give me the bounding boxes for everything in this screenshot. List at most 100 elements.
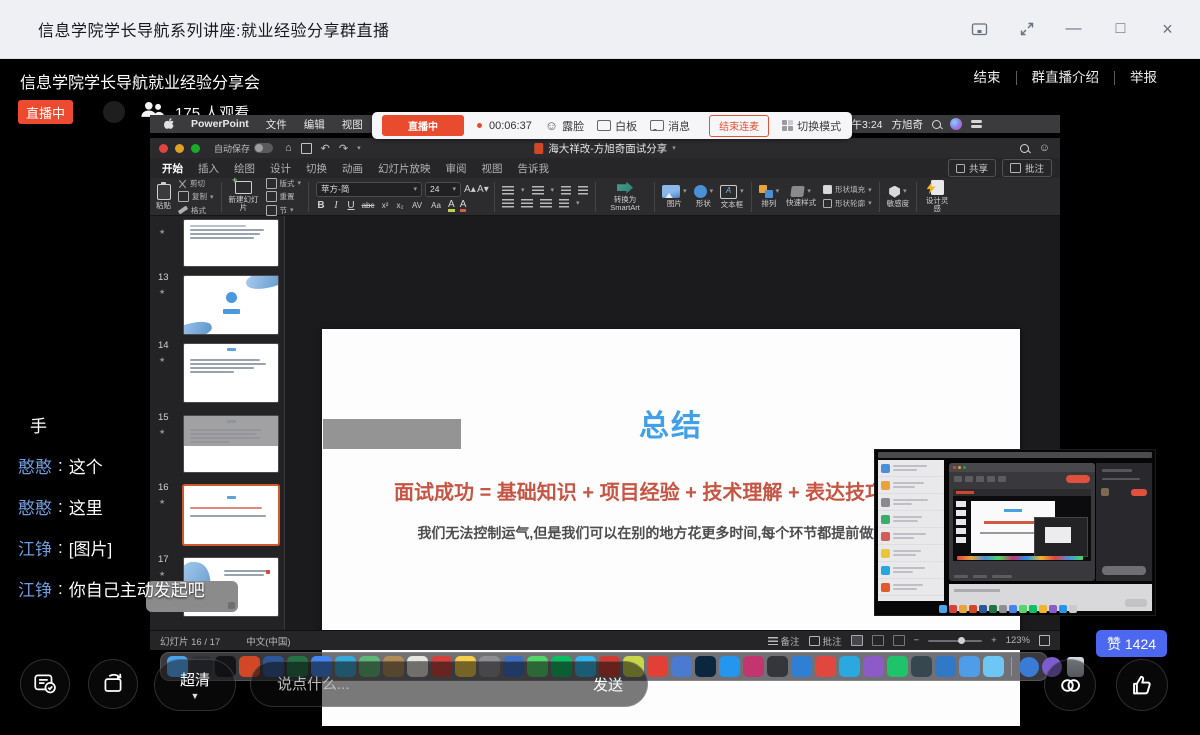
zoom-slider[interactable] bbox=[928, 640, 982, 642]
dock-app-icon[interactable] bbox=[767, 656, 788, 677]
ribbon-tab[interactable]: 开始 bbox=[162, 161, 183, 176]
change-case-button[interactable]: Aa bbox=[429, 201, 443, 210]
dock-app-icon[interactable] bbox=[647, 656, 668, 677]
ribbon-tab[interactable]: 告诉我 bbox=[518, 161, 550, 176]
font-size-select[interactable]: 24▾ bbox=[425, 182, 461, 197]
minimize-icon[interactable]: — bbox=[1065, 21, 1082, 38]
comments-button[interactable]: 批注 bbox=[809, 634, 842, 648]
italic-button[interactable]: I bbox=[331, 200, 341, 211]
doc-title-caret-icon[interactable]: ▾ bbox=[672, 144, 676, 152]
annotate-button[interactable]: 批注 bbox=[1002, 159, 1052, 177]
chat-sender[interactable]: 憨憨 bbox=[18, 494, 52, 519]
menubar-menu-item[interactable]: 文件 bbox=[266, 117, 287, 132]
line-spacing-icon[interactable] bbox=[559, 199, 569, 208]
maximize-icon[interactable]: □ bbox=[1112, 21, 1129, 38]
indent-increase-icon[interactable] bbox=[578, 186, 588, 195]
spotlight-icon[interactable] bbox=[932, 120, 941, 129]
format-painter-button[interactable]: 格式 bbox=[178, 205, 214, 216]
zoom-slider-knob[interactable] bbox=[958, 637, 965, 644]
bullets-icon[interactable] bbox=[502, 186, 514, 195]
dock-app-icon[interactable] bbox=[671, 656, 692, 677]
chat-sender[interactable]: 江铮 bbox=[18, 535, 52, 560]
control-center-icon[interactable] bbox=[971, 120, 982, 128]
superscript-button[interactable]: x² bbox=[380, 201, 390, 210]
show-face-button[interactable]: ☺露脸 bbox=[545, 118, 584, 134]
dock-app-icon[interactable] bbox=[911, 656, 932, 677]
quick-styles-button[interactable]: ▾ 快速样式 bbox=[786, 186, 816, 207]
share-link-button[interactable] bbox=[1044, 659, 1096, 711]
zoom-level[interactable]: 123% bbox=[1006, 635, 1030, 646]
font-color-button[interactable]: A bbox=[460, 200, 467, 212]
redo-icon[interactable]: ↷ bbox=[339, 142, 348, 155]
ribbon-tab[interactable]: 视图 bbox=[482, 161, 503, 176]
slide-sorter-view-icon[interactable] bbox=[872, 635, 884, 646]
dock-app-icon[interactable] bbox=[863, 656, 884, 677]
copy-button[interactable]: 复制▾ bbox=[178, 191, 214, 202]
dock-app-icon[interactable] bbox=[839, 656, 860, 677]
pip-preview[interactable] bbox=[875, 450, 1155, 615]
whiteboard-button[interactable]: 白板 bbox=[597, 118, 637, 134]
language-indicator[interactable]: 中文(中国) bbox=[246, 634, 290, 648]
undo-icon[interactable]: ↶ bbox=[321, 142, 330, 155]
like-button[interactable] bbox=[1116, 659, 1168, 711]
align-right-icon[interactable] bbox=[540, 199, 552, 208]
dock-app-icon[interactable] bbox=[815, 656, 836, 677]
dock-app-icon[interactable] bbox=[791, 656, 812, 677]
dock-app-icon[interactable] bbox=[743, 656, 764, 677]
zoom-out-icon[interactable]: − bbox=[914, 635, 920, 646]
indent-decrease-icon[interactable] bbox=[561, 186, 571, 195]
shapes-button[interactable]: ▾ 形状 bbox=[694, 185, 714, 208]
dock-app-icon[interactable] bbox=[887, 656, 908, 677]
menubar-app-name[interactable]: PowerPoint bbox=[191, 118, 249, 130]
fullscreen-icon[interactable] bbox=[1018, 21, 1035, 38]
font-name-select[interactable]: 苹方-简▾ bbox=[316, 182, 422, 197]
rotate-screen-button[interactable] bbox=[88, 659, 138, 709]
bold-button[interactable]: B bbox=[316, 200, 326, 211]
mini-window-icon[interactable] bbox=[971, 21, 988, 38]
siri-icon[interactable] bbox=[950, 118, 962, 130]
menubar-menu-item[interactable]: 视图 bbox=[342, 117, 363, 132]
qat-caret-icon[interactable]: ▾ bbox=[357, 144, 361, 152]
align-center-icon[interactable] bbox=[521, 199, 533, 208]
save-icon[interactable] bbox=[301, 143, 312, 154]
chat-sender[interactable]: 憨憨 bbox=[18, 453, 52, 478]
dock-app-icon[interactable] bbox=[719, 656, 740, 677]
ribbon-tab[interactable]: 绘图 bbox=[234, 161, 255, 176]
numbering-icon[interactable] bbox=[532, 186, 544, 195]
highlight-color-button[interactable]: A bbox=[448, 200, 455, 212]
subscript-button[interactable]: x₂ bbox=[395, 201, 405, 210]
menubar-user[interactable]: 方旭奇 bbox=[892, 117, 924, 132]
chat-sender[interactable]: 江铮 bbox=[18, 576, 52, 601]
ribbon-tab[interactable]: 动画 bbox=[342, 161, 363, 176]
textbox-button[interactable]: A▾ 文本框 bbox=[720, 185, 744, 209]
menubar-menu-item[interactable]: 编辑 bbox=[304, 117, 325, 132]
new-slide-button[interactable]: 新建幻灯片 bbox=[229, 181, 259, 212]
dock-app-icon-round[interactable] bbox=[1019, 657, 1039, 677]
normal-view-icon[interactable] bbox=[851, 635, 863, 646]
minimize-traffic-icon[interactable] bbox=[175, 144, 184, 153]
shape-fill-button[interactable]: 形状填充▾ bbox=[823, 184, 872, 195]
ribbon-tab[interactable]: 插入 bbox=[198, 161, 219, 176]
autosave-control[interactable]: 自动保存 bbox=[214, 142, 273, 155]
message-list-button[interactable] bbox=[20, 659, 70, 709]
slide-thumbnail[interactable] bbox=[184, 276, 278, 334]
cut-button[interactable]: 剪切 bbox=[178, 178, 214, 189]
autosave-toggle[interactable] bbox=[254, 143, 273, 153]
zoom-traffic-icon[interactable] bbox=[191, 144, 200, 153]
strikethrough-button[interactable]: abc bbox=[361, 201, 375, 210]
picture-button[interactable]: ▾ 图片 bbox=[662, 185, 687, 208]
header-action[interactable]: 群直播介绍 bbox=[1016, 71, 1115, 85]
section-button[interactable]: 节▾ bbox=[266, 205, 302, 216]
shape-outline-button[interactable]: 形状轮廓▾ bbox=[823, 198, 872, 209]
ribbon-tab[interactable]: 切换 bbox=[306, 161, 327, 176]
home-icon[interactable]: ⌂ bbox=[285, 142, 292, 154]
underline-button[interactable]: U bbox=[346, 200, 356, 211]
ribbon-tab[interactable]: 设计 bbox=[270, 161, 291, 176]
char-spacing-button[interactable]: AV bbox=[410, 201, 424, 210]
slide-thumbnail[interactable] bbox=[184, 220, 278, 266]
shrink-font-button[interactable]: A▾ bbox=[477, 184, 487, 195]
slide-thumbnail[interactable] bbox=[184, 344, 278, 402]
quality-selector[interactable]: 超清 ▼ bbox=[154, 659, 236, 711]
ribbon-tab[interactable]: 审阅 bbox=[446, 161, 467, 176]
end-link-button[interactable]: 结束连麦 bbox=[709, 115, 769, 137]
